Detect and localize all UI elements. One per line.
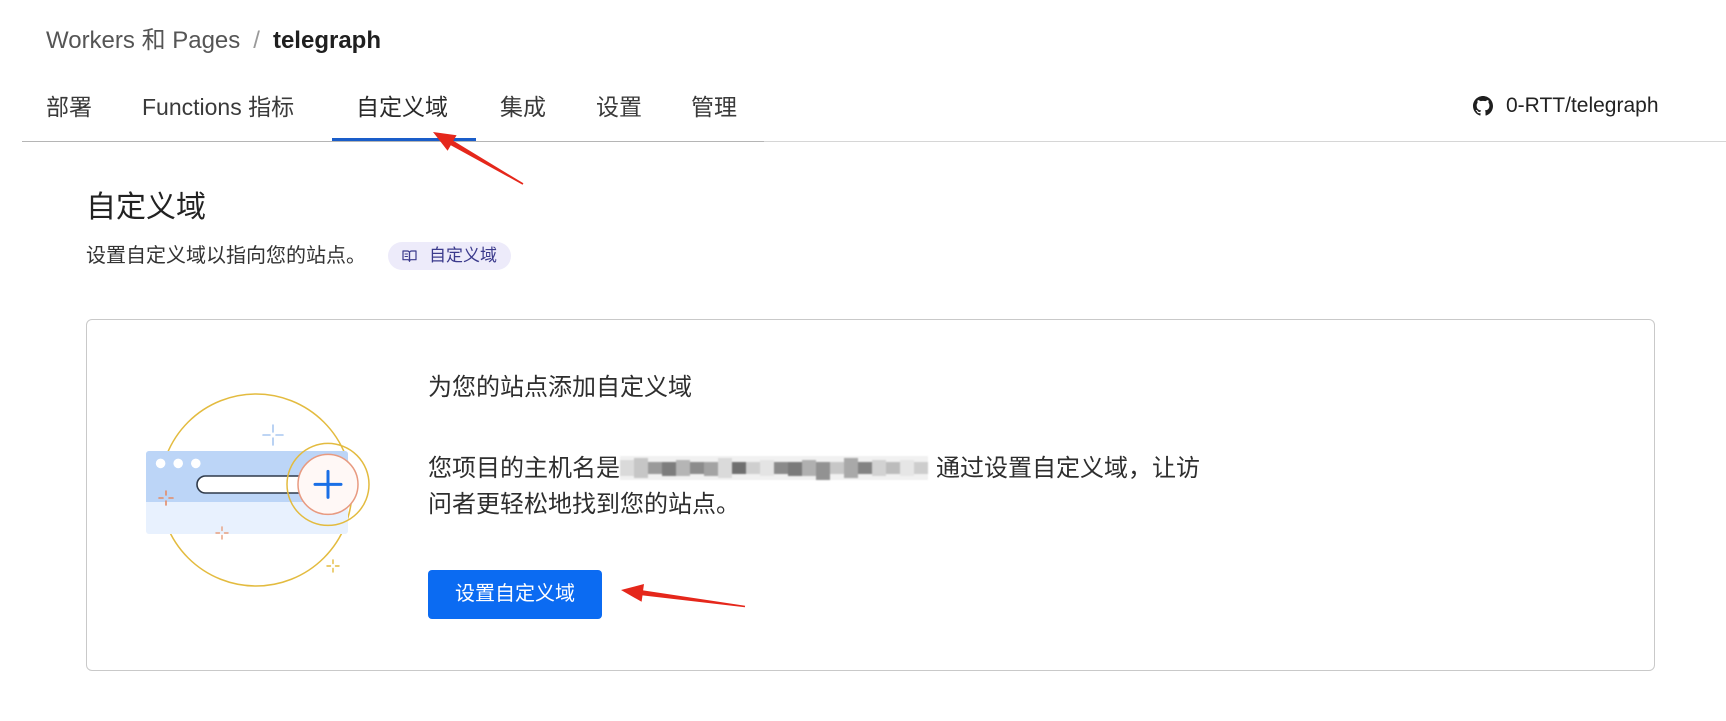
empty-state-title: 为您的站点添加自定义域 (428, 374, 692, 401)
description-prefix: 您项目的主机名是 (428, 455, 620, 482)
docs-badge-link[interactable]: 自定义域 (388, 242, 511, 270)
page-title: 自定义域 (86, 191, 206, 224)
setup-custom-domain-button[interactable]: 设置自定义域 (428, 570, 602, 619)
tab-bar: 部署 Functions 指标 自定义域 集成 设置 管理 (0, 0, 1726, 145)
active-tab-indicator (332, 138, 476, 141)
section-description-row: 设置自定义域以指向您的站点。 自定义域 (86, 241, 511, 271)
tab-functions-metrics[interactable]: Functions 指标 (142, 92, 294, 122)
section-description: 设置自定义域以指向您的站点。 (86, 245, 366, 267)
repo-link[interactable]: 0-RTT/telegraph (1473, 93, 1659, 119)
book-icon (402, 249, 417, 263)
tab-custom-domains[interactable]: 自定义域 (356, 92, 448, 122)
empty-state-description: 您项目的主机名是 通过设置自定义域，让访 问者更轻松地找到您的站点。 (428, 451, 1200, 523)
docs-badge-label: 自定义域 (429, 246, 497, 265)
custom-domain-empty-state-card: 为您的站点添加自定义域 您项目的主机名是 通过设置自定义域，让访 问者更轻松地找… (86, 319, 1655, 671)
tab-integrations[interactable]: 集成 (500, 92, 546, 122)
tab-deployments[interactable]: 部署 (46, 92, 92, 122)
description-line1-suffix: 通过设置自定义域，让访 (936, 455, 1200, 482)
github-icon (1473, 96, 1493, 116)
browser-add-domain-illustration (146, 393, 370, 587)
description-line2: 问者更轻松地找到您的站点。 (428, 491, 740, 518)
tab-bar-divider (22, 141, 764, 142)
repo-name: 0-RTT/telegraph (1506, 94, 1659, 117)
tab-settings[interactable]: 设置 (596, 92, 642, 122)
tab-manage[interactable]: 管理 (691, 92, 737, 122)
redacted-hostname (620, 452, 928, 484)
